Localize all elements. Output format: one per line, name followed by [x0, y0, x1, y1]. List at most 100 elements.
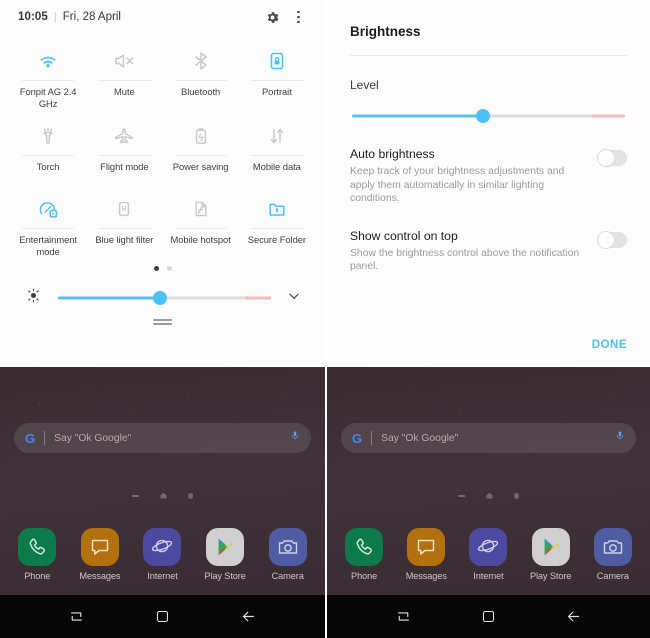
google-g-logo: G	[25, 430, 36, 446]
kebab-menu-icon[interactable]	[294, 9, 303, 26]
quick-tile-label: Bluetooth	[181, 86, 221, 97]
page-dot[interactable]	[166, 265, 172, 271]
quick-tile-torch[interactable]: Torch	[10, 113, 86, 186]
back-arrow-icon[interactable]	[235, 604, 261, 630]
dock-app-label: Messages	[79, 571, 121, 581]
option-auto-brightness[interactable]: Auto brightness Keep track of your brigh…	[350, 124, 627, 206]
quick-tile-mute[interactable]: Mute	[86, 38, 162, 113]
home-page-indicator	[327, 487, 650, 505]
play-store-icon	[206, 528, 245, 566]
dock-app-internet[interactable]: Internet	[462, 528, 514, 581]
show-control-toggle[interactable]	[597, 230, 627, 249]
phone-screen-brightness-dialog: Brightness Level Auto brightness Keep tr…	[325, 0, 650, 638]
done-button[interactable]: DONE	[592, 339, 627, 351]
wifi-icon	[12, 44, 84, 78]
chevron-down-icon[interactable]	[287, 289, 301, 308]
home-square-icon[interactable]	[149, 604, 175, 630]
quick-tile-label: Secure Folder	[247, 234, 306, 245]
quick-tile-mobile-data[interactable]: Mobile data	[239, 113, 315, 186]
quick-tile-label: Entertainment mode	[19, 234, 77, 257]
dock-app-label: Camera	[271, 571, 304, 581]
page-indicator-dot[interactable]	[513, 493, 520, 499]
quick-tile-blue-light-filter[interactable]: B Blue light filter	[86, 186, 162, 261]
mobile-hotspot-icon	[165, 192, 237, 226]
slider-fill	[352, 114, 484, 118]
dock-app-label: Phone	[24, 571, 51, 581]
quick-tile-label: Mobile data	[252, 161, 301, 172]
dual-screenshot-comparison: 10:05 | Fri, 28 April Fonpit AG 2.4 GHz	[0, 0, 650, 638]
brightness-sun-icon[interactable]	[26, 288, 41, 308]
status-date: Fri, 28 April	[62, 11, 121, 23]
navigation-bar	[327, 595, 650, 638]
dock-app-play-store[interactable]: Play Store	[525, 528, 577, 581]
home-icon[interactable]	[485, 487, 494, 505]
slider-knob[interactable]	[476, 109, 491, 123]
dock-app-messages[interactable]: Messages	[74, 528, 126, 581]
home-icon[interactable]	[159, 487, 168, 505]
dock-app-phone[interactable]: Phone	[338, 528, 390, 581]
microphone-icon[interactable]	[290, 428, 300, 448]
play-store-icon	[531, 528, 570, 566]
torch-icon	[12, 119, 84, 153]
gear-icon[interactable]	[265, 10, 280, 25]
dock-app-messages[interactable]: Messages	[400, 528, 452, 581]
quick-tile-flight-mode[interactable]: Flight mode	[86, 113, 162, 186]
status-time: 10:05	[18, 11, 48, 23]
page-dot-active[interactable]	[153, 265, 159, 271]
quick-tile-entertainment-mode[interactable]: Entertainment mode	[10, 186, 86, 261]
quick-tile-wifi[interactable]: Fonpit AG 2.4 GHz	[10, 38, 86, 113]
quick-tile-label: Blue light filter	[95, 234, 154, 245]
quick-tile-portrait[interactable]: Portrait	[239, 38, 315, 113]
bluetooth-icon	[165, 44, 237, 78]
app-dock: Phone Messages Internet Play Store Camer…	[327, 528, 650, 581]
brightness-level-slider[interactable]	[352, 108, 625, 124]
dock-app-camera[interactable]: Camera	[587, 528, 639, 581]
quick-tile-secure-folder[interactable]: Secure Folder	[239, 186, 315, 261]
quick-tile-bluetooth[interactable]: Bluetooth	[163, 38, 239, 113]
auto-brightness-toggle[interactable]	[597, 149, 627, 167]
quick-settings-page-indicator	[10, 259, 315, 277]
camera-icon	[593, 528, 632, 566]
quick-tile-label: Torch	[36, 161, 60, 172]
camera-icon	[268, 528, 307, 566]
quick-tile-power-saving[interactable]: Power saving	[163, 113, 239, 186]
panel-drag-handle[interactable]	[10, 315, 315, 327]
dock-app-play-store[interactable]: Play Store	[199, 528, 251, 581]
google-search-bar[interactable]: G Say "Ok Google"	[341, 423, 636, 453]
dock-app-camera[interactable]: Camera	[262, 528, 314, 581]
home-page-indicator	[0, 487, 325, 505]
phone-screen-quick-settings: 10:05 | Fri, 28 April Fonpit AG 2.4 GHz	[0, 0, 325, 638]
home-square-icon[interactable]	[476, 604, 502, 630]
mobile-data-icon	[241, 119, 313, 153]
saturn-browser-icon	[469, 528, 508, 566]
navigation-bar	[0, 595, 325, 638]
option-text: Show control on top Show the brightness …	[350, 228, 597, 274]
saturn-browser-icon	[143, 528, 182, 566]
recents-icon[interactable]	[391, 604, 417, 630]
page-indicator-dash[interactable]	[457, 495, 465, 497]
home-screen: G Say "Ok Google" Phone Messages Interne…	[0, 367, 325, 595]
google-search-bar[interactable]: G Say "Ok Google"	[14, 423, 311, 453]
level-label: Level	[350, 78, 379, 92]
option-show-control-on-top[interactable]: Show control on top Show the brightness …	[350, 206, 627, 274]
quick-tile-label: Mute	[114, 86, 135, 97]
airplane-icon	[88, 119, 160, 153]
back-arrow-icon[interactable]	[561, 604, 587, 630]
page-indicator-dash[interactable]	[131, 495, 139, 497]
microphone-icon[interactable]	[615, 428, 625, 448]
app-dock: Phone Messages Internet Play Store Camer…	[0, 528, 325, 581]
dock-app-internet[interactable]: Internet	[136, 528, 188, 581]
toggle-knob	[597, 230, 615, 249]
quick-tile-label: Portrait	[261, 86, 292, 97]
search-input[interactable]: Say "Ok Google"	[54, 433, 290, 444]
slider-knob[interactable]	[153, 291, 168, 305]
message-bubble-icon	[407, 528, 446, 566]
search-input[interactable]: Say "Ok Google"	[381, 433, 615, 444]
brightness-slider[interactable]	[58, 290, 271, 306]
phone-handset-icon	[18, 528, 57, 566]
quick-tile-mobile-hotspot[interactable]: Mobile hotspot	[163, 186, 239, 261]
dock-app-phone[interactable]: Phone	[11, 528, 63, 581]
status-bar-actions	[265, 9, 307, 26]
page-indicator-dot[interactable]	[187, 493, 194, 499]
recents-icon[interactable]	[64, 604, 90, 630]
